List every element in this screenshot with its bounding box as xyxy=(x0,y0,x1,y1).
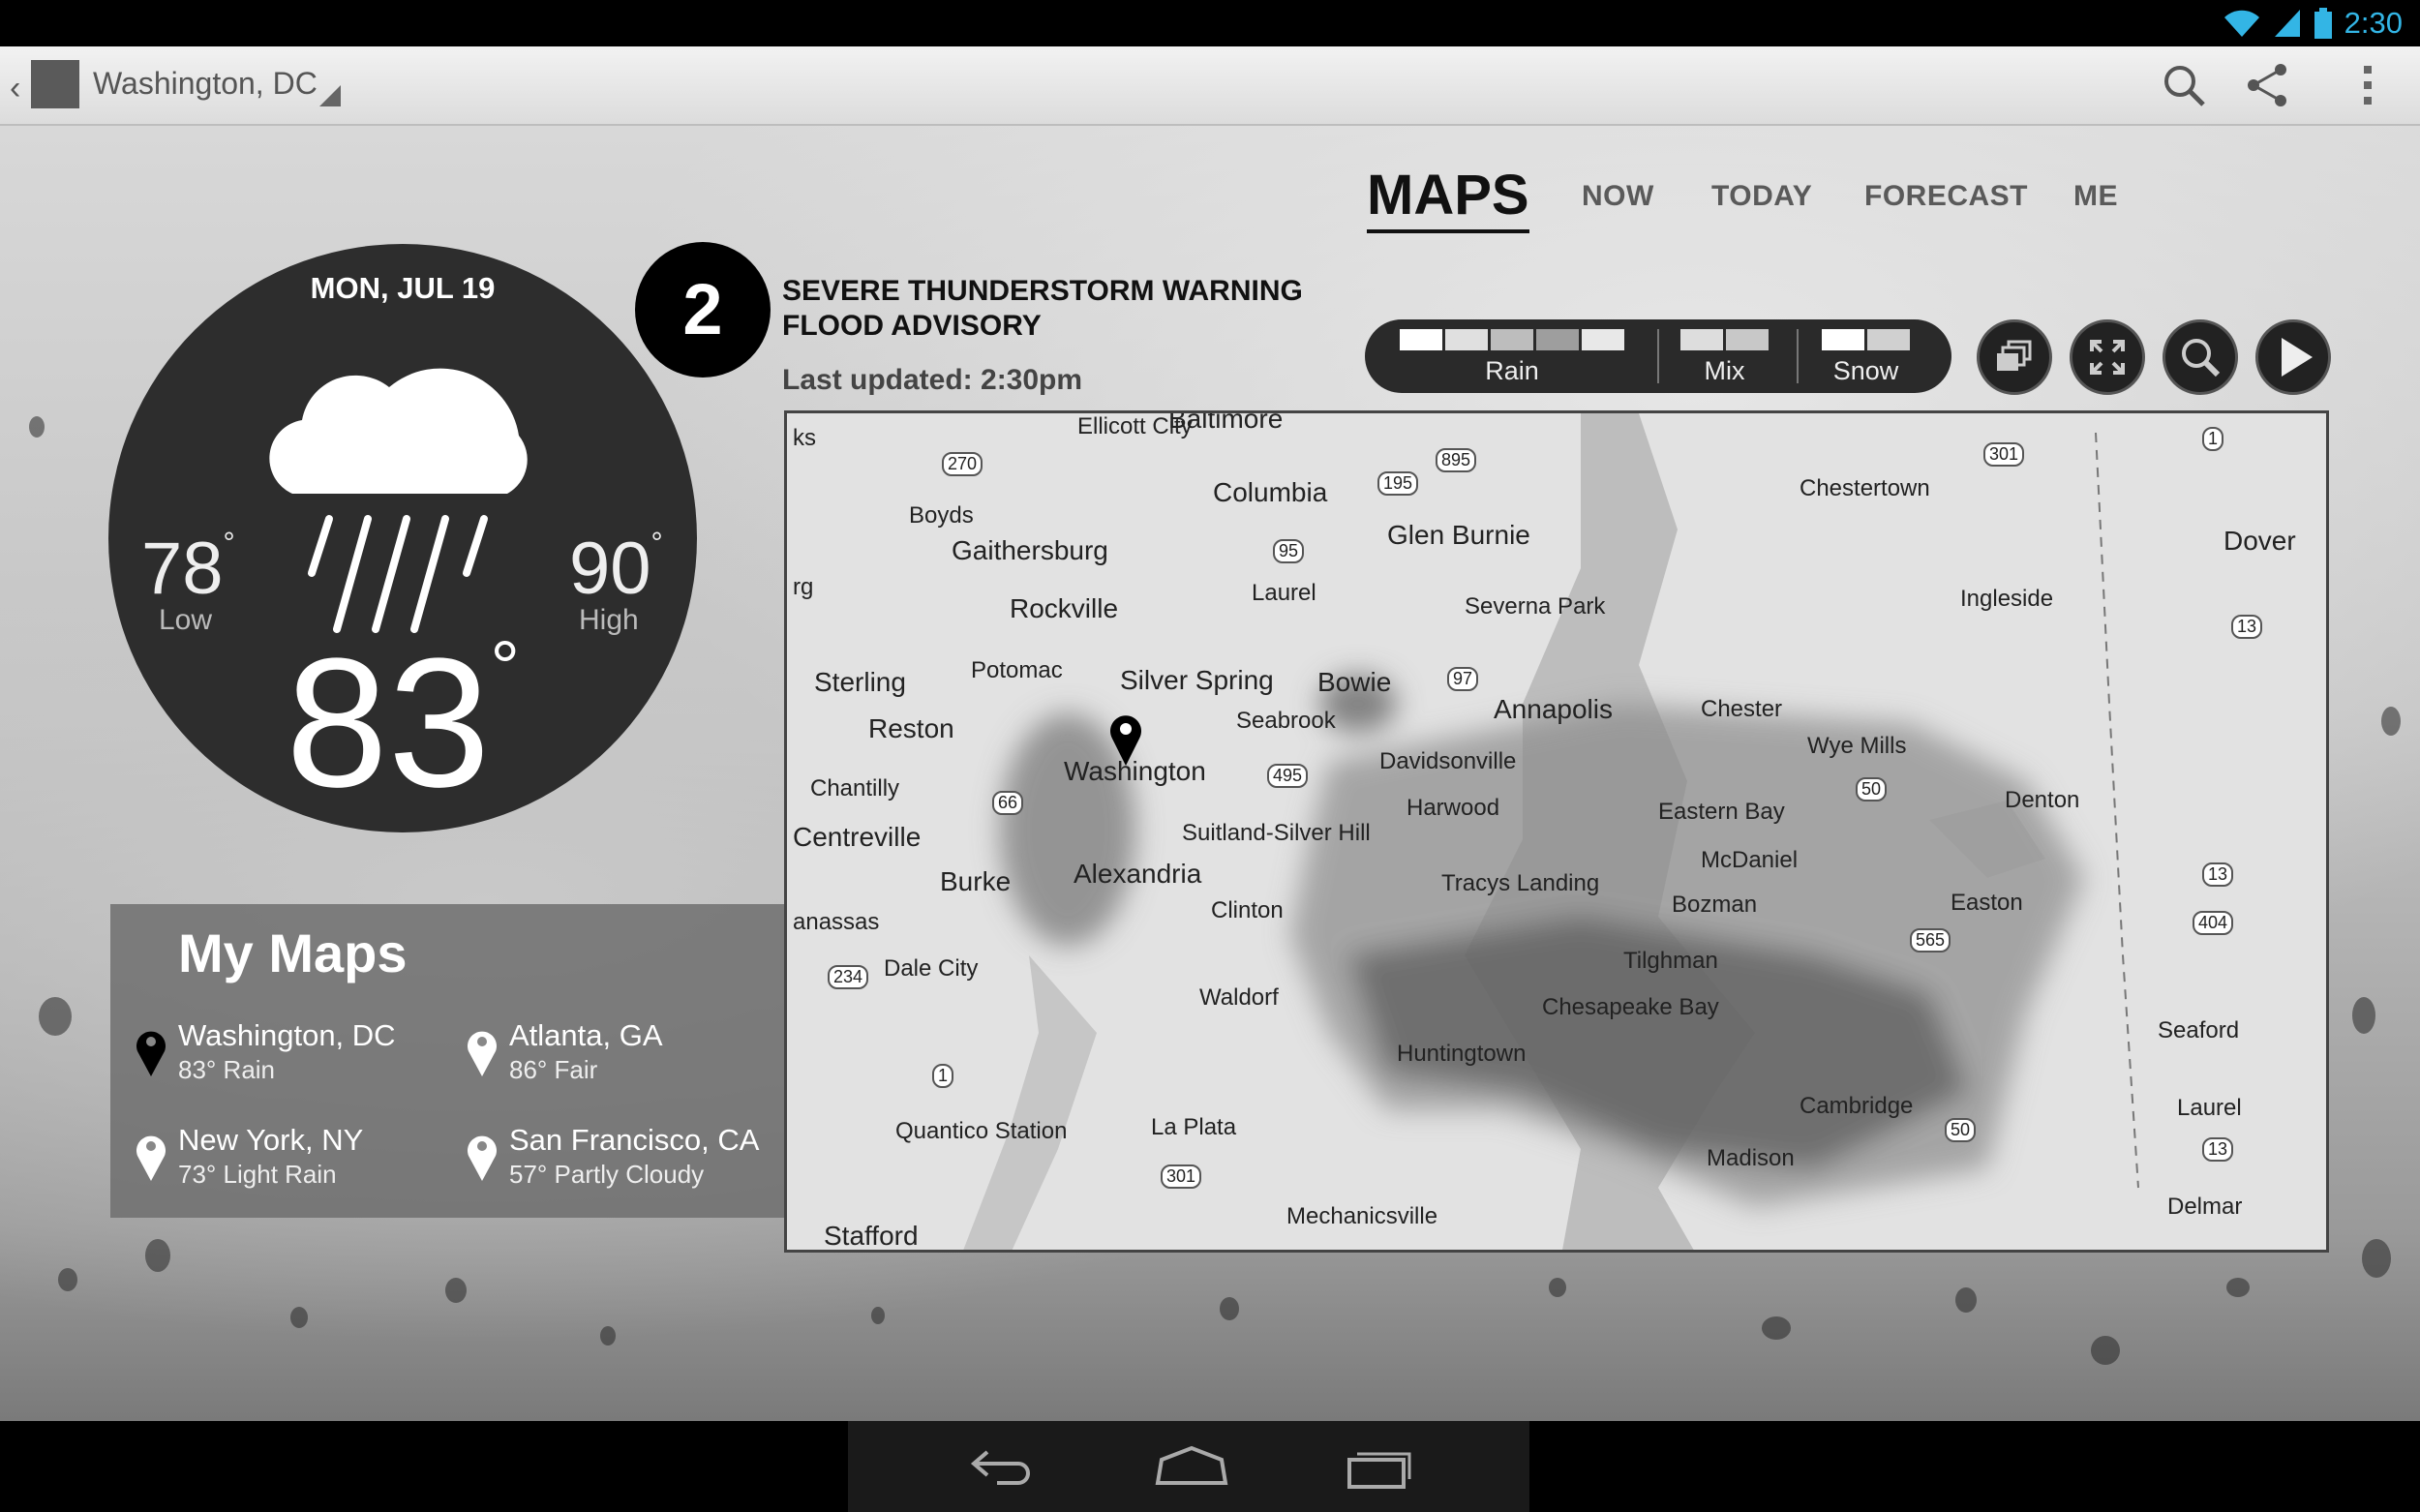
system-navigation-bar xyxy=(0,1421,2420,1512)
legend-rain: Rain xyxy=(1400,329,1624,386)
state-border xyxy=(2095,432,2139,1189)
legend-mix-label: Mix xyxy=(1704,356,1745,385)
location-conditions: 86° Fair xyxy=(509,1055,598,1084)
rain-cloud-icon xyxy=(269,368,528,633)
location-name: New York, NY xyxy=(178,1123,364,1157)
location-pin-outline-icon xyxy=(468,1031,497,1076)
map-search-button[interactable] xyxy=(2163,319,2238,395)
my-maps-panel: My Maps Washington, DC 83° Rain Atlanta,… xyxy=(110,904,784,1218)
location-conditions: 73° Light Rain xyxy=(178,1160,337,1189)
play-icon xyxy=(2282,338,2313,377)
status-icons: 2:30 xyxy=(2223,6,2403,41)
alert-count-badge[interactable]: 2 xyxy=(635,242,771,378)
tab-maps[interactable]: MAPS xyxy=(1367,163,1529,233)
tab-today[interactable]: TODAY xyxy=(1711,180,1812,213)
legend-snow-label: Snow xyxy=(1832,356,1899,385)
play-animation-button[interactable] xyxy=(2255,319,2331,395)
zoom-search-icon xyxy=(2182,339,2221,378)
up-chevron-icon[interactable]: ‹ xyxy=(10,70,20,107)
precipitation-legend: Rain Mix Snow xyxy=(1365,319,1951,393)
wifi-icon xyxy=(2223,10,2259,37)
fullscreen-button[interactable] xyxy=(2070,319,2145,395)
recent-apps-icon[interactable] xyxy=(1336,1442,1423,1491)
legend-mix: Mix xyxy=(1680,329,1769,386)
spinner-triangle-icon xyxy=(319,85,341,106)
location-pin-outline-icon xyxy=(468,1135,497,1181)
radar-map[interactable]: Baltimore Ellicott City Columbia Boyds G… xyxy=(784,410,2329,1253)
home-nav-icon[interactable] xyxy=(1148,1442,1235,1491)
location-pin-filled-icon xyxy=(136,1031,166,1076)
last-updated-text: Last updated: 2:30pm xyxy=(782,364,1083,396)
status-bar: 2:30 xyxy=(0,0,2420,46)
current-weather-circle[interactable]: MON, JUL 19 78° Low 90° High 83° xyxy=(108,244,697,832)
weather-date: MON, JUL 19 xyxy=(310,271,496,305)
search-icon[interactable] xyxy=(2159,60,2209,110)
layers-button[interactable] xyxy=(1977,319,2052,395)
high-temperature: 90° xyxy=(569,527,663,610)
signal-icon xyxy=(2274,10,2300,37)
nav-buttons xyxy=(848,1421,1529,1512)
location-name: San Francisco, CA xyxy=(509,1123,760,1157)
back-nav-icon[interactable] xyxy=(958,1442,1045,1491)
location-conditions: 57° Partly Cloudy xyxy=(509,1160,705,1189)
location-pin-outline-icon xyxy=(136,1135,166,1181)
fullscreen-icon xyxy=(2090,340,2125,375)
current-temperature: 83° xyxy=(286,620,520,826)
layers-icon xyxy=(1997,340,2032,371)
legend-snow: Snow xyxy=(1822,329,1910,386)
location-conditions: 83° Rain xyxy=(178,1055,276,1084)
tab-now[interactable]: NOW xyxy=(1582,180,1654,213)
alert-flood-advisory[interactable]: FLOOD ADVISORY xyxy=(782,310,1042,343)
my-maps-title: My Maps xyxy=(178,922,408,983)
overflow-menu-icon[interactable] xyxy=(2343,60,2393,110)
share-icon[interactable] xyxy=(2242,60,2292,110)
location-spinner[interactable]: Washington, DC xyxy=(93,66,318,102)
location-name: Atlanta, GA xyxy=(509,1018,663,1052)
low-temperature: 78° xyxy=(141,527,235,610)
tab-forecast[interactable]: FORECAST xyxy=(1864,180,2028,213)
tab-me[interactable]: ME xyxy=(2073,180,2118,213)
app-icon[interactable] xyxy=(31,60,79,108)
location-name: Washington, DC xyxy=(178,1018,396,1052)
alert-severe-thunderstorm[interactable]: SEVERE THUNDERSTORM WARNING xyxy=(782,275,1303,308)
action-bar: ‹ Washington, DC xyxy=(0,46,2420,126)
status-time: 2:30 xyxy=(2344,6,2403,40)
battery-icon xyxy=(2314,8,2332,39)
legend-rain-label: Rain xyxy=(1485,356,1539,385)
